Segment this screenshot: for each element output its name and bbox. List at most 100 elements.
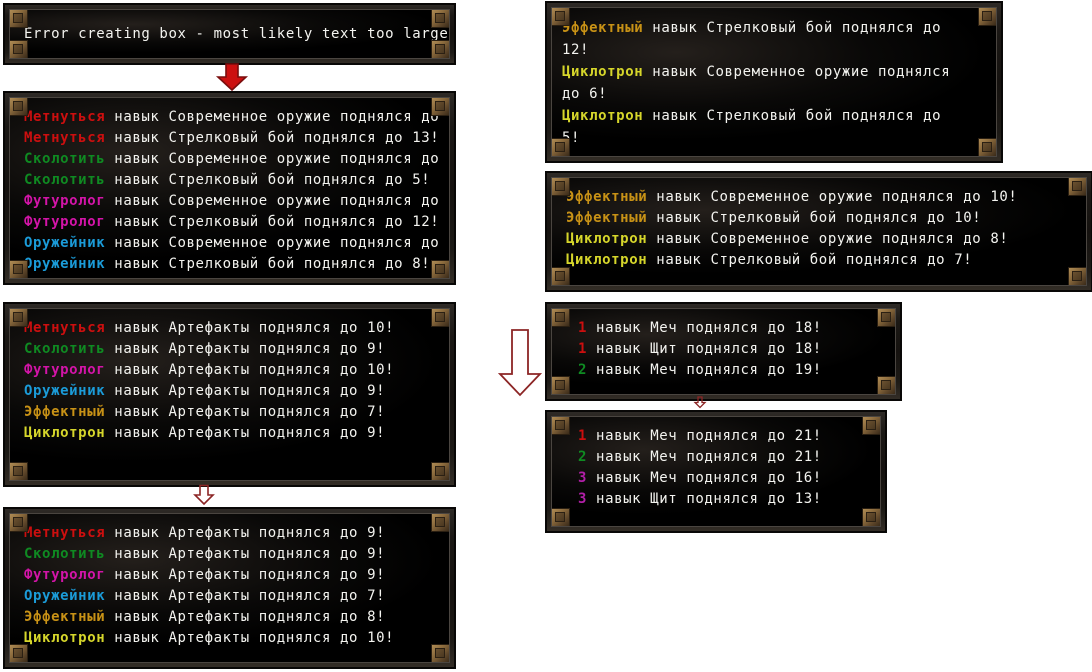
message-text: навык Артефакты поднялся до 10! [105, 630, 395, 646]
corner-ornament-icon [978, 138, 996, 156]
message-text: навык Щит поднялся до 13! [587, 491, 822, 507]
message-lines: Error creating box - most likely text to… [10, 10, 449, 51]
message-text: навык Щит поднялся до 18! [587, 341, 822, 357]
message-text: навык Артефакты поднялся до 10! [105, 362, 395, 378]
message-text: навык Стрелковый бой поднялся до 10! [647, 210, 982, 226]
message-tag: 1 [578, 341, 588, 357]
message-text: навык Стрелковый бой поднялся до 13! [105, 130, 440, 146]
message-lines: Эффектный навык Современное оружие подня… [552, 178, 1086, 277]
corner-ornament-icon [10, 98, 28, 116]
corner-ornament-icon [10, 644, 28, 662]
corner-ornament-icon [431, 644, 449, 662]
message-text: навык Артефакты поднялся до 10! [105, 320, 395, 336]
message-text: навык Артефакты поднялся до 9! [105, 525, 386, 541]
message-tag: Оружейник [24, 588, 106, 604]
message-tag: 2 [578, 449, 588, 465]
corner-ornament-icon [862, 417, 880, 435]
message-tag: Сколотить [24, 172, 106, 188]
message-lines: 1 навык Меч поднялся до 21! 2 навык Меч п… [552, 417, 880, 516]
message-tag: Циклотрон [562, 64, 644, 80]
message-line: Метнуться навык Современное оружие подня… [24, 107, 449, 128]
arrow-down-outline-tiny [693, 396, 707, 409]
message-text: навык Артефакты поднялся до 7! [105, 404, 386, 420]
message-line: Метнуться навык Артефакты поднялся до 10… [24, 318, 441, 339]
corner-ornament-icon [431, 462, 449, 480]
message-text: навык Артефакты поднялся до 9! [105, 341, 386, 357]
arrow-down-outline-large [497, 328, 543, 398]
message-line: Циклотрон навык Стрелковый бой поднялся … [562, 105, 954, 149]
message-line: Эффектный навык Артефакты поднялся до 8! [24, 607, 441, 628]
corner-ornament-icon [431, 10, 449, 28]
corner-ornament-icon [552, 417, 570, 435]
corner-ornament-icon [1068, 178, 1086, 196]
corner-ornament-icon [431, 309, 449, 327]
message-line: 3 навык Меч поднялся до 16! [578, 468, 872, 489]
message-line: Метнуться навык Артефакты поднялся до 9! [24, 523, 441, 544]
message-tag: Метнуться [24, 130, 106, 146]
message-tag: Метнуться [24, 109, 106, 125]
corner-ornament-icon [552, 508, 570, 526]
message-line: Оружейник навык Артефакты поднялся до 7! [24, 586, 441, 607]
skill-log-box-artifacts-a[interactable]: Метнуться навык Артефакты поднялся до 10… [4, 303, 455, 486]
message-line: Циклотрон навык Современное оружие подня… [566, 229, 1078, 250]
message-text: навык Стрелковый бой поднялся до 5! [105, 172, 431, 188]
corner-ornament-icon [431, 514, 449, 532]
error-message-box[interactable]: Error creating box - most likely text to… [4, 4, 455, 64]
message-text: навык Меч поднялся до 21! [587, 428, 822, 444]
message-line: Циклотрон навык Артефакты поднялся до 9! [24, 423, 441, 444]
message-text: навык Современное оружие поднялся до 10! [105, 235, 450, 251]
message-tag: Эффектный [24, 609, 106, 625]
message-line: 2 навык Меч поднялся до 21! [578, 447, 872, 468]
skill-log-box-numbered-b[interactable]: 1 навык Меч поднялся до 21! 2 навык Меч п… [546, 411, 886, 532]
corner-ornament-icon [552, 309, 570, 327]
message-tag: Футуролог [24, 567, 106, 583]
message-tag: Циклотрон [566, 231, 648, 247]
message-tag: Циклотрон [24, 425, 106, 441]
message-text: навык Артефакты поднялся до 8! [105, 609, 386, 625]
message-tag: Циклотрон [562, 108, 644, 124]
message-lines: Метнуться навык Артефакты поднялся до 10… [10, 309, 449, 450]
corner-ornament-icon [10, 40, 28, 58]
skill-log-box-modern-weapons-shooting[interactable]: Метнуться навык Современное оружие подня… [4, 92, 455, 284]
skill-log-box-artifacts-b[interactable]: Метнуться навык Артефакты поднялся до 9!… [4, 508, 455, 668]
message-tag: Оружейник [24, 383, 106, 399]
corner-ornament-icon [877, 309, 895, 327]
message-tag: Сколотить [24, 151, 106, 167]
arrow-down-outline-small [192, 484, 216, 506]
message-tag: Циклотрон [566, 252, 648, 268]
message-tag: Футуролог [24, 362, 106, 378]
message-text: навык Артефакты поднялся до 9! [105, 546, 386, 562]
message-text: навык Меч поднялся до 16! [587, 470, 822, 486]
message-tag: 3 [578, 470, 588, 486]
message-tag: Оружейник [24, 256, 106, 272]
message-line: Циклотрон навык Стрелковый бой поднялся … [566, 250, 1078, 271]
message-tag: 1 [578, 428, 588, 444]
message-line: 1 навык Меч поднялся до 21! [578, 426, 872, 447]
message-tag: Метнуться [24, 525, 106, 541]
message-line: Сколотить навык Артефакты поднялся до 9! [24, 339, 441, 360]
message-tag: Эффектный [566, 189, 648, 205]
message-text: Error creating box - most likely text to… [24, 26, 449, 42]
message-line: Циклотрон навык Артефакты поднялся до 10… [24, 628, 441, 649]
corner-ornament-icon [431, 40, 449, 58]
message-text: навык Артефакты поднялся до 9! [105, 425, 386, 441]
message-lines: Метнуться навык Современное оружие подня… [10, 98, 449, 278]
message-line: Эффектный навык Стрелковый бой поднялся … [562, 17, 954, 61]
message-text: навык Артефакты поднялся до 9! [105, 383, 386, 399]
message-line: Оружейник навык Стрелковый бой поднялся … [24, 254, 441, 275]
message-line: 3 навык Щит поднялся до 13! [578, 489, 872, 510]
message-tag: Циклотрон [24, 630, 106, 646]
corner-ornament-icon [552, 138, 570, 156]
skill-log-box-numbered-a[interactable]: 1 навык Меч поднялся до 18! 1 навык Щит п… [546, 303, 901, 400]
message-text: навык Стрелковый бой поднялся до 7! [647, 252, 973, 268]
message-line: Метнуться навык Стрелковый бой поднялся … [24, 128, 441, 149]
skill-log-box-wrapped[interactable]: Эффектный навык Стрелковый бой поднялся … [546, 2, 1002, 162]
message-tag: Футуролог [24, 193, 106, 209]
message-lines: Метнуться навык Артефакты поднялся до 9!… [10, 514, 449, 655]
message-line: Оружейник навык Современное оружие подня… [24, 233, 449, 254]
corner-ornament-icon [1068, 267, 1086, 285]
skill-log-box-effective-cyclotron[interactable]: Эффектный навык Современное оружие подня… [546, 172, 1092, 291]
corner-ornament-icon [10, 462, 28, 480]
message-tag: 2 [578, 362, 588, 378]
message-text: навык Меч поднялся до 21! [587, 449, 822, 465]
